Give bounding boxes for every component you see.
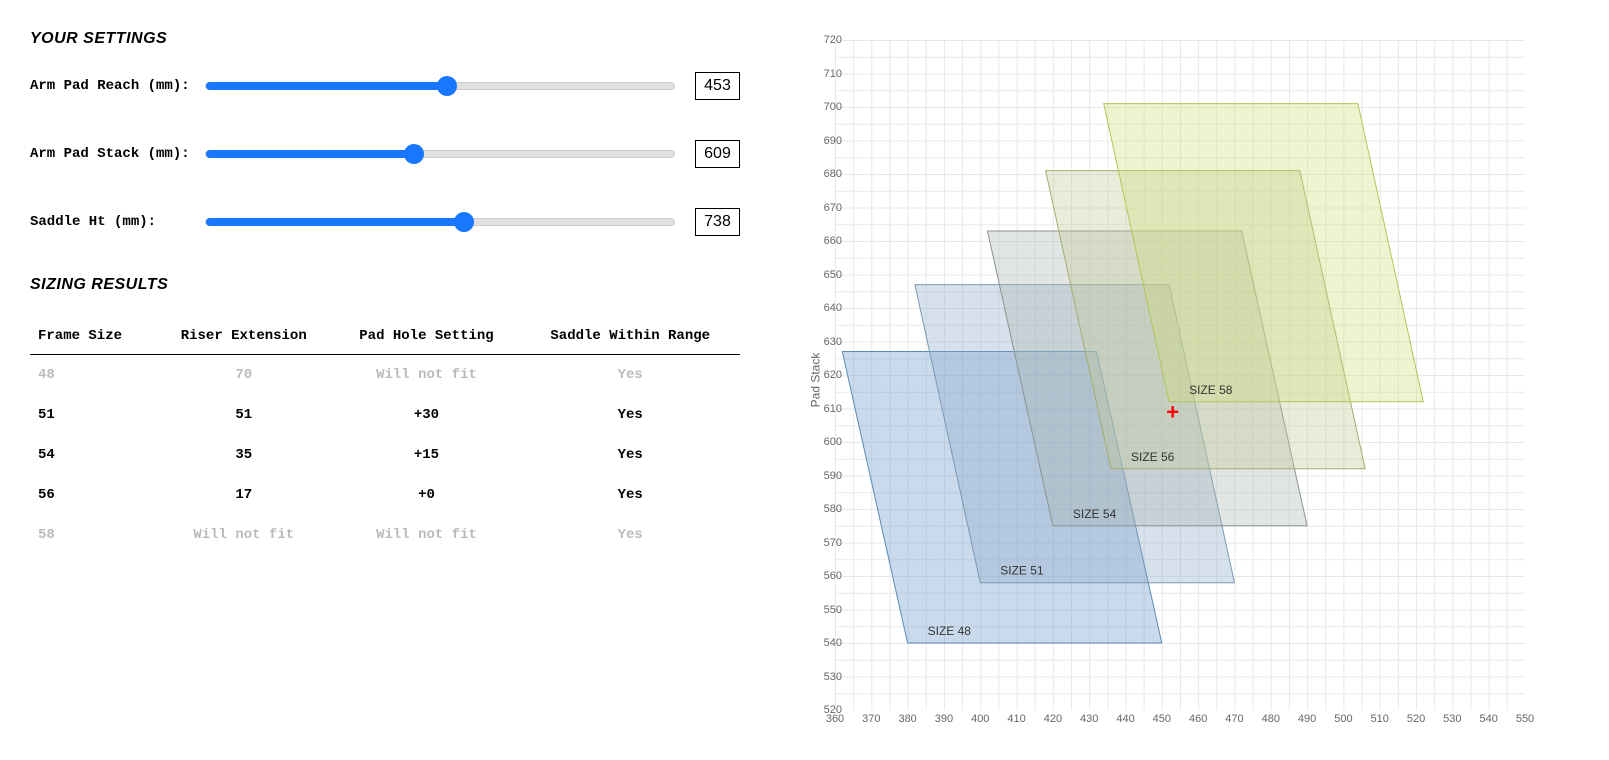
slider-row: Saddle Ht (mm): 738 bbox=[30, 208, 740, 236]
x-tick: 500 bbox=[1334, 713, 1352, 725]
x-tick: 430 bbox=[1080, 713, 1098, 725]
x-tick: 480 bbox=[1262, 713, 1280, 725]
x-tick: 490 bbox=[1298, 713, 1316, 725]
size-label: SIZE 51 bbox=[1000, 564, 1044, 578]
x-tick: 520 bbox=[1407, 713, 1425, 725]
table-header: Riser Extension bbox=[155, 318, 333, 355]
x-tick: 370 bbox=[862, 713, 880, 725]
table-cell: Will not fit bbox=[155, 515, 333, 555]
table-header: Saddle Within Range bbox=[520, 318, 740, 355]
table-cell: 58 bbox=[30, 515, 155, 555]
table-cell: 51 bbox=[155, 395, 333, 435]
slider-thumb[interactable] bbox=[404, 144, 424, 164]
sizing-table: Frame SizeRiser ExtensionPad Hole Settin… bbox=[30, 318, 740, 555]
table-cell: Yes bbox=[520, 435, 740, 475]
slider-label: Arm Pad Stack (mm): bbox=[30, 146, 195, 162]
x-tick: 400 bbox=[971, 713, 989, 725]
x-tick: 390 bbox=[935, 713, 953, 725]
table-cell: +15 bbox=[332, 435, 520, 475]
table-row: 4870Will not fitYes bbox=[30, 355, 740, 396]
x-tick: 460 bbox=[1189, 713, 1207, 725]
x-tick: 380 bbox=[898, 713, 916, 725]
y-axis-label: Pad Stack bbox=[808, 353, 822, 408]
table-cell: +30 bbox=[332, 395, 520, 435]
table-cell: Yes bbox=[520, 355, 740, 396]
slider-track[interactable] bbox=[205, 218, 675, 226]
slider-thumb[interactable] bbox=[454, 212, 474, 232]
x-tick: 440 bbox=[1116, 713, 1134, 725]
x-tick: 530 bbox=[1443, 713, 1461, 725]
size-label: SIZE 54 bbox=[1073, 507, 1117, 521]
table-row: 5617+0Yes bbox=[30, 475, 740, 515]
slider-track[interactable] bbox=[205, 82, 675, 90]
x-tick: 470 bbox=[1225, 713, 1243, 725]
x-tick: 360 bbox=[826, 713, 844, 725]
table-cell: 56 bbox=[30, 475, 155, 515]
size-label: SIZE 48 bbox=[928, 624, 972, 638]
table-cell: 35 bbox=[155, 435, 333, 475]
table-cell: Will not fit bbox=[332, 515, 520, 555]
table-cell: 54 bbox=[30, 435, 155, 475]
slider-value[interactable]: 609 bbox=[695, 140, 740, 168]
chart-svg: SIZE 48 SIZE 51 SIZE 54 SIZE 56 SIZE 58 + bbox=[835, 40, 1525, 710]
fit-chart: Pad Stack 520530540550560570580590600610… bbox=[780, 30, 1540, 730]
table-row: 58Will not fitWill not fitYes bbox=[30, 515, 740, 555]
table-cell: Will not fit bbox=[332, 355, 520, 396]
size-label: SIZE 56 bbox=[1131, 450, 1175, 464]
settings-title: YOUR SETTINGS bbox=[30, 30, 740, 48]
size-label: SIZE 58 bbox=[1189, 383, 1233, 397]
x-tick: 550 bbox=[1516, 713, 1534, 725]
table-cell: 17 bbox=[155, 475, 333, 515]
x-tick: 410 bbox=[1007, 713, 1025, 725]
x-tick: 540 bbox=[1479, 713, 1497, 725]
table-cell: 70 bbox=[155, 355, 333, 396]
x-tick: 420 bbox=[1044, 713, 1062, 725]
x-tick: 450 bbox=[1153, 713, 1171, 725]
table-cell: Yes bbox=[520, 515, 740, 555]
slider-track[interactable] bbox=[205, 150, 675, 158]
sizing-title: SIZING RESULTS bbox=[30, 276, 740, 294]
slider-label: Arm Pad Reach (mm): bbox=[30, 78, 195, 94]
slider-row: Arm Pad Reach (mm): 453 bbox=[30, 72, 740, 100]
table-cell: +0 bbox=[332, 475, 520, 515]
table-header: Pad Hole Setting bbox=[332, 318, 520, 355]
table-cell: Yes bbox=[520, 395, 740, 435]
slider-row: Arm Pad Stack (mm): 609 bbox=[30, 140, 740, 168]
table-cell: 51 bbox=[30, 395, 155, 435]
slider-thumb[interactable] bbox=[437, 76, 457, 96]
slider-value[interactable]: 453 bbox=[695, 72, 740, 100]
table-row: 5435+15Yes bbox=[30, 435, 740, 475]
table-row: 5151+30Yes bbox=[30, 395, 740, 435]
fit-marker-icon: + bbox=[1166, 399, 1179, 424]
table-header: Frame Size bbox=[30, 318, 155, 355]
table-cell: Yes bbox=[520, 475, 740, 515]
x-tick: 510 bbox=[1371, 713, 1389, 725]
table-cell: 48 bbox=[30, 355, 155, 396]
slider-value[interactable]: 738 bbox=[695, 208, 740, 236]
slider-label: Saddle Ht (mm): bbox=[30, 214, 195, 230]
